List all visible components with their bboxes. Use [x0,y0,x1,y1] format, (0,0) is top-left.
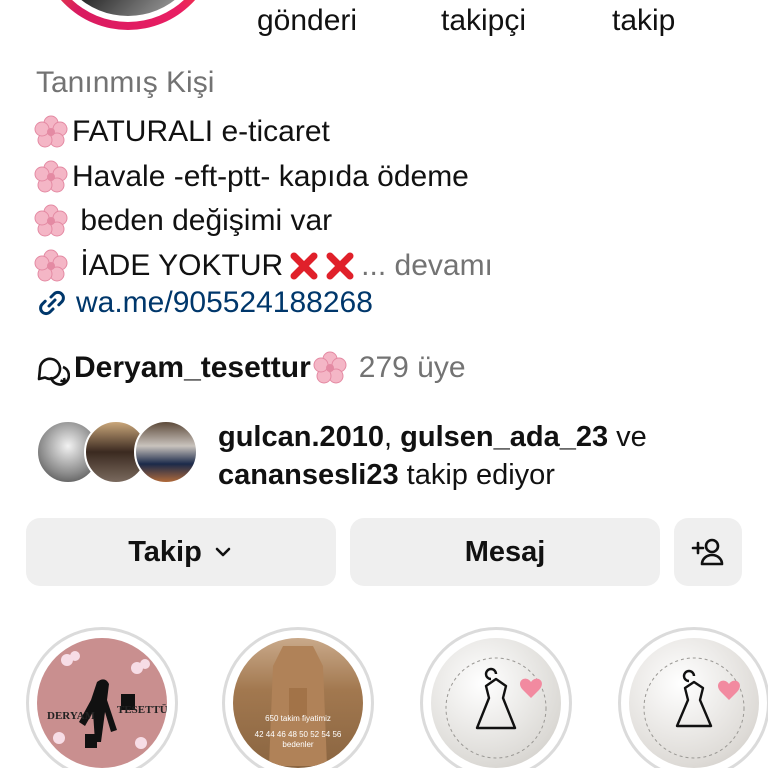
highlight-text: 42 44 46 48 50 52 54 56 [254,730,342,739]
cherry-blossom-icon [313,351,347,384]
bio-line: İADE YOKTUR ... devamı [34,244,493,289]
profile-stats: gönderi takipçi takip [0,2,768,42]
message-button-label: Mesaj [464,535,546,568]
profile-category: Tanınmış Kişi [36,66,215,99]
highlight-art [643,657,745,759]
highlight-text: TESETTÜR [117,704,167,716]
profile-bio: FATURALI e-ticaret Havale -eft-ptt- kapı… [34,110,493,288]
chevron-down-icon [215,547,231,557]
highlight-cover: 650 takim fiyatimiz 42 44 46 48 50 52 54… [233,638,363,768]
highlight-cover [431,638,561,768]
avatar [134,420,198,484]
story-highlight[interactable] [420,627,572,768]
add-person-icon [691,538,724,566]
highlight-art [445,657,547,759]
channel-member-count: 279 üye [358,351,466,384]
mutual-followers-text[interactable]: gulcan.2010, gulsen_ada_23 ve canansesli… [218,418,758,494]
highlight-price-text: 650 takim fiyatimiz 42 44 46 48 50 52 54… [233,714,363,750]
bio-line: Havale -eft-ptt- kapıda ödeme [34,155,493,200]
highlight-art [53,651,150,749]
following-button-label: Takip [128,535,202,568]
story-highlight[interactable]: DERYAM TESETTÜR [26,627,178,768]
highlight-text: DERYAM [47,710,96,722]
mutual-follower-username[interactable]: gulcan.2010 [218,421,384,453]
follows-suffix: takip ediyor [398,459,555,491]
profile-page: gönderi takipçi takip Tanınmış Kişi FATU… [0,0,768,768]
broadcast-channel[interactable]: Deryam_tesettur 279 üye [34,350,466,386]
cross-mark-icon [290,252,318,280]
separator: , [384,421,401,453]
cross-mark-icon [326,252,354,280]
link-icon [39,290,65,316]
bio-line: FATURALI e-ticaret [34,110,493,155]
suggested-users-button[interactable] [674,518,742,586]
story-highlight[interactable] [618,627,768,768]
mutual-followers-avatars[interactable] [36,420,206,484]
profile-link[interactable]: wa.me/905524188268 [36,286,373,320]
message-button[interactable]: Mesaj [350,518,660,586]
mutual-follower-username[interactable]: gulsen_ada_23 [400,421,608,453]
cherry-blossom-icon [34,204,68,237]
bio-text: beden değişimi var [72,204,333,238]
cherry-blossom-icon [34,249,68,282]
bio-text: FATURALI e-ticaret [72,115,330,149]
posts-label[interactable]: gönderi [257,4,357,38]
following-label[interactable]: takip [612,4,675,38]
mutual-follower-username[interactable]: canansesli23 [218,459,399,491]
bio-text: Havale -eft-ptt- kapıda ödeme [72,159,469,193]
followers-label[interactable]: takipçi [441,4,526,38]
bio-text: İADE YOKTUR [72,248,284,282]
more-link[interactable]: ... devamı [361,246,493,286]
bio-line: beden değişimi var [34,199,493,244]
highlight-cover: DERYAM TESETTÜR [37,638,167,768]
following-button[interactable]: Takip [26,518,336,586]
highlight-text: 650 takim fiyatimiz [265,714,331,723]
link-text[interactable]: wa.me/905524188268 [76,286,373,320]
channel-name[interactable]: Deryam_tesettur [74,351,311,385]
broadcast-chat-icon [37,357,70,386]
conjunction: ve [608,421,647,453]
cherry-blossom-icon [34,115,68,148]
highlight-cover [629,638,759,768]
highlight-text: bedenler [282,740,314,749]
cherry-blossom-icon [34,160,68,193]
story-highlight[interactable]: 650 takim fiyatimiz 42 44 46 48 50 52 54… [222,627,374,768]
